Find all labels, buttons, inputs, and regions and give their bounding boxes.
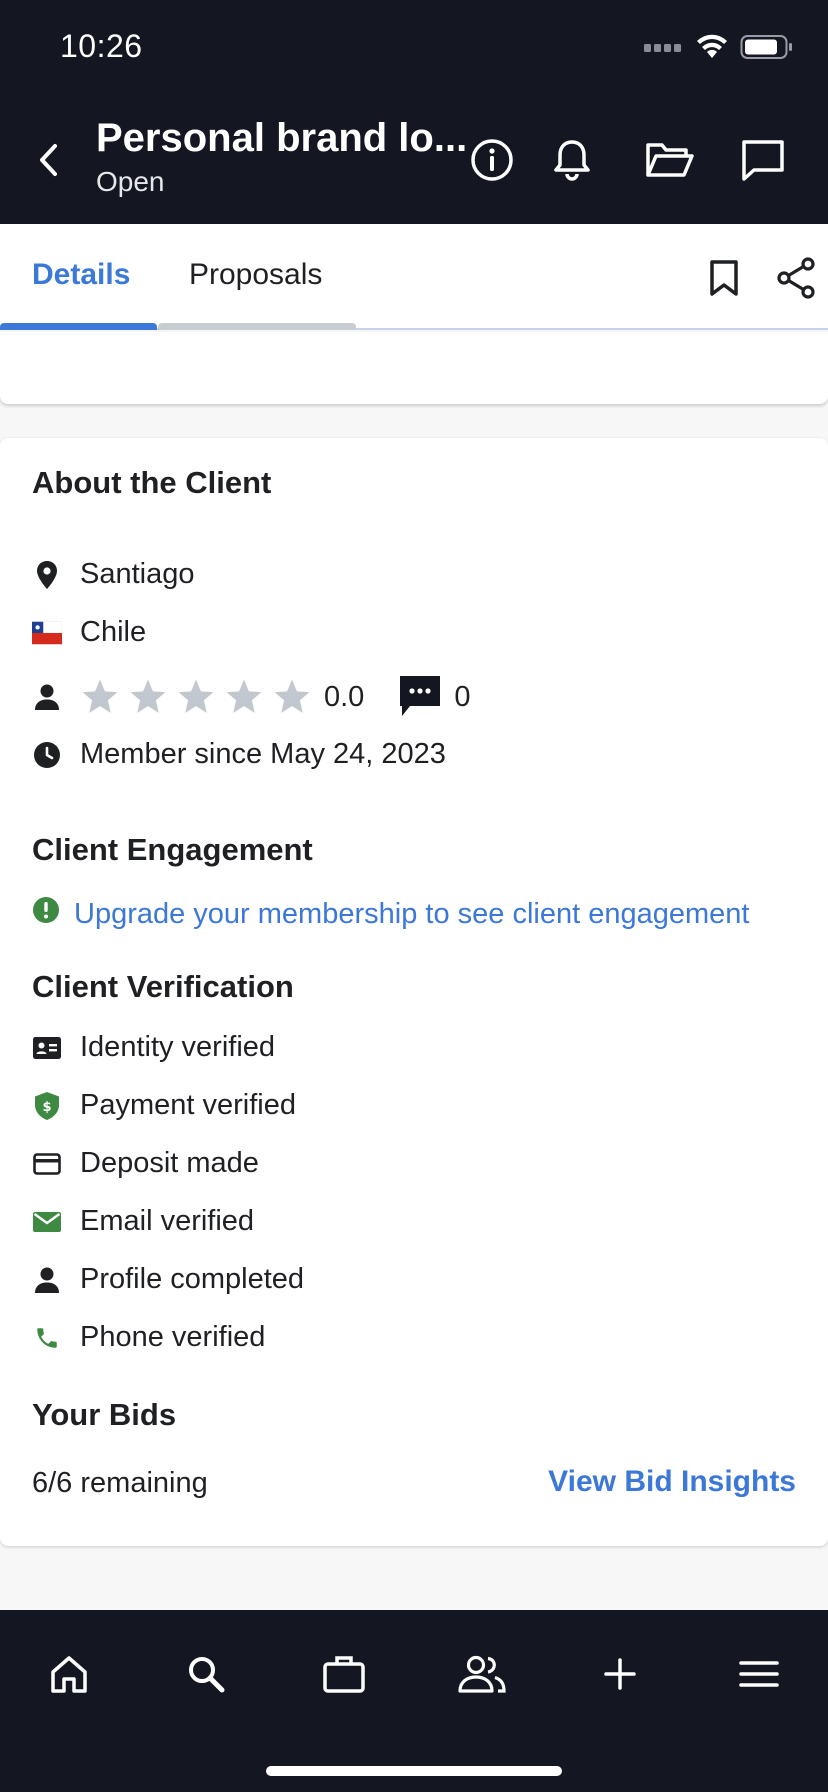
tab-details[interactable]: Details — [32, 258, 130, 292]
review-count-group: 0 — [400, 676, 470, 718]
verification-label: Payment verified — [80, 1089, 296, 1121]
phone-icon — [32, 1322, 62, 1354]
job-status: Open — [96, 166, 165, 197]
battery-icon — [740, 35, 792, 59]
client-verification-title: Client Verification — [32, 969, 294, 1004]
users-icon — [458, 1655, 506, 1693]
chat-bubble-icon — [742, 140, 784, 181]
verification-label: Identity verified — [80, 1031, 276, 1063]
bottom-navigation — [0, 1610, 828, 1792]
page-title: Personal brand lo... — [96, 116, 468, 160]
verification-item: Deposit made — [32, 1147, 259, 1180]
messages-button[interactable] — [738, 136, 788, 184]
menu-icon — [739, 1661, 779, 1687]
review-count: 0 — [454, 680, 471, 713]
verification-label: Deposit made — [80, 1147, 259, 1179]
dollar-shield-icon: $ — [32, 1090, 62, 1122]
chile-flag-icon — [32, 617, 62, 649]
bell-icon — [554, 140, 590, 181]
wifi-icon — [697, 34, 727, 58]
files-button[interactable] — [644, 136, 696, 184]
home-indicator[interactable] — [266, 1766, 562, 1776]
view-bid-insights-link[interactable]: View Bid Insights — [548, 1465, 796, 1499]
verification-item: Email verified — [32, 1205, 254, 1238]
clock-icon — [32, 739, 62, 771]
member-since: Member since May 24, 2023 — [80, 738, 446, 770]
verification-item: Profile completed — [32, 1263, 304, 1296]
person-icon — [32, 681, 62, 713]
comment-icon — [400, 676, 441, 716]
verification-item: Phone verified — [32, 1321, 265, 1354]
nav-post[interactable] — [590, 1644, 650, 1704]
verification-item: Identity verified — [32, 1031, 275, 1064]
member-since-row: Member since May 24, 2023 — [32, 738, 446, 771]
home-icon — [51, 1656, 87, 1693]
briefcase-icon — [323, 1656, 365, 1693]
star-icon — [178, 679, 214, 713]
client-country-row: Chile — [32, 616, 146, 649]
plus-icon — [604, 1658, 636, 1690]
back-button[interactable] — [30, 138, 66, 182]
status-time: 10:26 — [60, 28, 143, 64]
person-icon — [32, 1264, 62, 1296]
svg-text:$: $ — [42, 1100, 51, 1115]
nav-menu[interactable] — [729, 1644, 789, 1704]
alert-circle-icon — [32, 896, 60, 932]
bookmark-button[interactable] — [702, 256, 746, 300]
client-city: Santiago — [80, 558, 195, 590]
info-icon — [471, 139, 513, 181]
bookmark-icon — [710, 260, 738, 296]
details-card-bottom — [0, 332, 828, 404]
folder-open-icon — [646, 143, 694, 177]
id-card-icon — [32, 1032, 62, 1064]
client-country: Chile — [80, 616, 147, 648]
star-icon — [82, 679, 118, 713]
status-icons — [644, 34, 794, 60]
top-app-bar: 10:26 Personal brand lo... Open — [0, 0, 828, 224]
search-icon — [189, 1657, 225, 1693]
verification-item: $ Payment verified — [32, 1089, 296, 1122]
envelope-icon — [32, 1206, 62, 1238]
about-client-title: About the Client — [32, 465, 272, 500]
client-rating-row: 0.0 0 — [32, 676, 470, 718]
tab-indicator-inactive — [158, 323, 356, 330]
star-icon — [226, 679, 262, 713]
tabs-bar: Details Proposals — [0, 224, 828, 330]
credit-card-icon — [32, 1148, 62, 1180]
upgrade-link[interactable]: Upgrade your membership to see client en… — [32, 896, 749, 932]
tab-indicator-active — [0, 323, 157, 330]
tab-proposals[interactable]: Proposals — [189, 258, 322, 292]
nav-projects[interactable] — [314, 1644, 374, 1704]
rating-value: 0.0 — [324, 680, 365, 713]
chevron-left-icon — [40, 144, 57, 176]
share-button[interactable] — [774, 256, 818, 300]
share-icon — [777, 257, 815, 299]
notifications-button[interactable] — [548, 136, 596, 184]
your-bids-title: Your Bids — [32, 1397, 177, 1432]
nav-home[interactable] — [39, 1644, 99, 1704]
signal-icon — [644, 44, 681, 52]
verification-label: Phone verified — [80, 1321, 266, 1353]
nav-people[interactable] — [452, 1644, 512, 1704]
verification-label: Profile completed — [80, 1263, 305, 1295]
client-engagement-title: Client Engagement — [32, 832, 313, 867]
info-button[interactable] — [468, 136, 516, 184]
upgrade-text[interactable]: Upgrade your membership to see client en… — [74, 898, 749, 931]
nav-search[interactable] — [176, 1644, 236, 1704]
client-city-row: Santiago — [32, 558, 195, 591]
verification-label: Email verified — [80, 1205, 255, 1237]
location-pin-icon — [32, 559, 62, 591]
star-icon — [130, 679, 166, 713]
star-icon — [274, 679, 310, 713]
rating-stars — [80, 677, 312, 717]
bids-remaining: 6/6 remaining — [32, 1467, 208, 1499]
